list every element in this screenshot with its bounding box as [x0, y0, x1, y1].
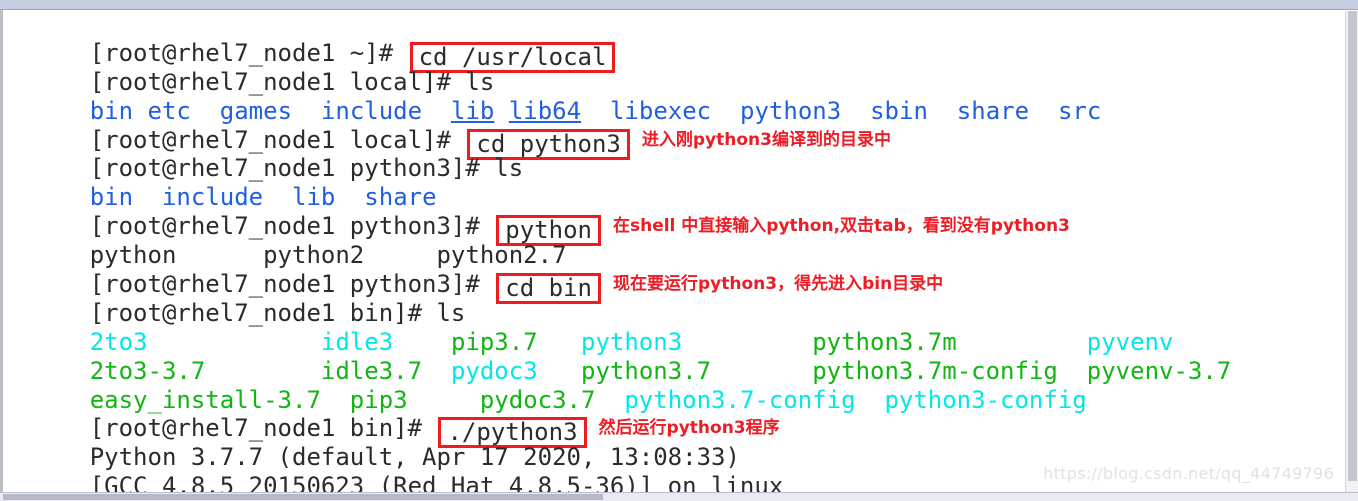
terminal-line-tab-completion: python python2 python2.7: [3, 212, 1345, 269]
window-title-bar: [0, 0, 1358, 10]
watermark-url: https://blog.csdn.net/qq_44749796: [1043, 464, 1334, 483]
vertical-scrollbar[interactable]: [1345, 11, 1358, 492]
vertical-scrollbar-thumb[interactable]: [1348, 11, 1357, 481]
terminal-line-cd-bin: [root@rhel7_node1 python3]# cd bin 现在要运行p…: [3, 241, 1345, 305]
terminal-line-ls-bin-row-1: 2to3 idle3 pip3.7 python3 python3.7m pyv…: [3, 299, 1345, 356]
terminal-line-ls-3: [root@rhel7_node1 bin]# ls: [3, 270, 1345, 327]
terminal-line-ls-output-usr-local: bin etc games include lib lib64 libexec …: [3, 68, 1345, 125]
terminal-line-cd-python3: [root@rhel7_node1 local]# cd python3 进入刚p…: [3, 97, 1345, 160]
horizontal-scrollbar[interactable]: [0, 492, 1358, 501]
terminal-line-python-tab: [root@rhel7_node1 python3]# python 在shell…: [3, 183, 1345, 247]
terminal-line-ls-2: [root@rhel7_node1 python3]# ls: [3, 126, 1345, 182]
terminal-line-ls-1: [root@rhel7_node1 local]# ls: [3, 39, 1345, 96]
terminal-screen[interactable]: [root@rhel7_node1 ~]# cd /usr/local [roo…: [3, 10, 1345, 492]
terminal-line-run-python3: [root@rhel7_node1 bin]# ./python3 然后运行pyt…: [3, 386, 1345, 449]
terminal-line-cd-usr-local: [root@rhel7_node1 ~]# cd /usr/local: [3, 10, 1345, 73]
horizontal-scrollbar-thumb[interactable]: [3, 494, 603, 500]
terminal-line-ls-output-python3: bin include lib share: [3, 154, 1345, 211]
terminal-window: [root@rhel7_node1 ~]# cd /usr/local [roo…: [0, 0, 1358, 501]
terminal-line-ls-bin-row-3: easy_install-3.7 pip3 pydoc3.7 python3.7…: [3, 357, 1345, 414]
terminal-line-python-banner-1: Python 3.7.7 (default, Apr 17 2020, 13:0…: [3, 414, 1345, 471]
terminal-line-ls-bin-row-2: 2to3-3.7 idle3.7 pydoc3 python3.7 python…: [3, 328, 1345, 385]
